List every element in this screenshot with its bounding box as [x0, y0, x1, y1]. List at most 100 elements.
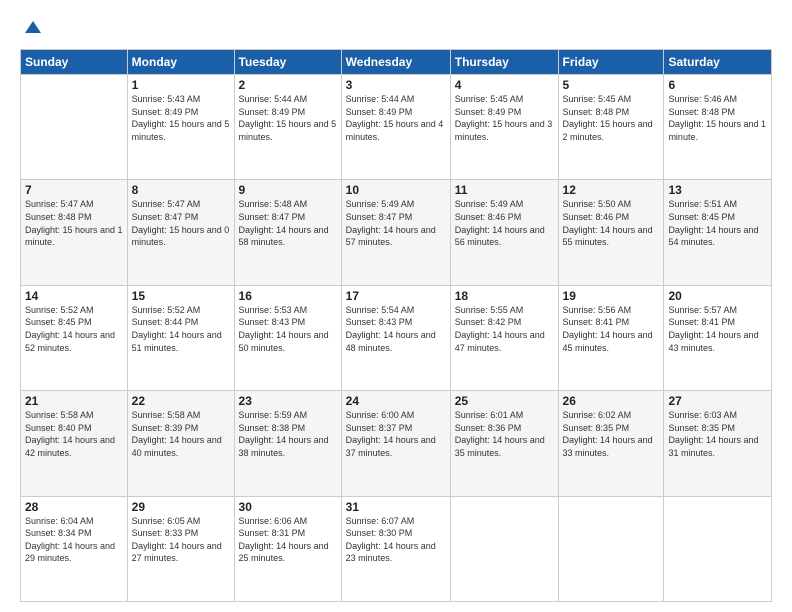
- calendar-week-5: 28Sunrise: 6:04 AMSunset: 8:34 PMDayligh…: [21, 496, 772, 601]
- calendar-cell: 6Sunrise: 5:46 AMSunset: 8:48 PMDaylight…: [664, 75, 772, 180]
- calendar-cell: [21, 75, 128, 180]
- calendar-cell: 1Sunrise: 5:43 AMSunset: 8:49 PMDaylight…: [127, 75, 234, 180]
- calendar-week-2: 7Sunrise: 5:47 AMSunset: 8:48 PMDaylight…: [21, 180, 772, 285]
- calendar-cell: 4Sunrise: 5:45 AMSunset: 8:49 PMDaylight…: [450, 75, 558, 180]
- day-info: Sunrise: 5:51 AMSunset: 8:45 PMDaylight:…: [668, 198, 767, 248]
- day-number: 21: [25, 394, 123, 408]
- calendar-cell: 15Sunrise: 5:52 AMSunset: 8:44 PMDayligh…: [127, 285, 234, 390]
- day-info: Sunrise: 5:58 AMSunset: 8:40 PMDaylight:…: [25, 409, 123, 459]
- day-info: Sunrise: 5:52 AMSunset: 8:44 PMDaylight:…: [132, 304, 230, 354]
- calendar-cell: 8Sunrise: 5:47 AMSunset: 8:47 PMDaylight…: [127, 180, 234, 285]
- logo: [20, 15, 46, 39]
- calendar-cell: 21Sunrise: 5:58 AMSunset: 8:40 PMDayligh…: [21, 391, 128, 496]
- day-number: 23: [239, 394, 337, 408]
- day-info: Sunrise: 6:02 AMSunset: 8:35 PMDaylight:…: [563, 409, 660, 459]
- day-number: 26: [563, 394, 660, 408]
- day-number: 24: [346, 394, 446, 408]
- calendar-week-4: 21Sunrise: 5:58 AMSunset: 8:40 PMDayligh…: [21, 391, 772, 496]
- calendar-cell: 9Sunrise: 5:48 AMSunset: 8:47 PMDaylight…: [234, 180, 341, 285]
- day-number: 11: [455, 183, 554, 197]
- logo-icon: [21, 15, 45, 39]
- weekday-header-sunday: Sunday: [21, 50, 128, 75]
- weekday-header-friday: Friday: [558, 50, 664, 75]
- day-number: 27: [668, 394, 767, 408]
- weekday-header-thursday: Thursday: [450, 50, 558, 75]
- calendar-cell: 29Sunrise: 6:05 AMSunset: 8:33 PMDayligh…: [127, 496, 234, 601]
- day-info: Sunrise: 5:49 AMSunset: 8:47 PMDaylight:…: [346, 198, 446, 248]
- calendar-cell: 11Sunrise: 5:49 AMSunset: 8:46 PMDayligh…: [450, 180, 558, 285]
- day-number: 31: [346, 500, 446, 514]
- day-info: Sunrise: 5:44 AMSunset: 8:49 PMDaylight:…: [239, 93, 337, 143]
- day-info: Sunrise: 5:59 AMSunset: 8:38 PMDaylight:…: [239, 409, 337, 459]
- day-number: 16: [239, 289, 337, 303]
- calendar-cell: 17Sunrise: 5:54 AMSunset: 8:43 PMDayligh…: [341, 285, 450, 390]
- calendar-cell: 26Sunrise: 6:02 AMSunset: 8:35 PMDayligh…: [558, 391, 664, 496]
- day-info: Sunrise: 5:45 AMSunset: 8:48 PMDaylight:…: [563, 93, 660, 143]
- day-number: 1: [132, 78, 230, 92]
- day-info: Sunrise: 6:00 AMSunset: 8:37 PMDaylight:…: [346, 409, 446, 459]
- calendar-cell: 18Sunrise: 5:55 AMSunset: 8:42 PMDayligh…: [450, 285, 558, 390]
- calendar-cell: 30Sunrise: 6:06 AMSunset: 8:31 PMDayligh…: [234, 496, 341, 601]
- calendar-cell: 7Sunrise: 5:47 AMSunset: 8:48 PMDaylight…: [21, 180, 128, 285]
- day-number: 10: [346, 183, 446, 197]
- day-number: 18: [455, 289, 554, 303]
- calendar-cell: 19Sunrise: 5:56 AMSunset: 8:41 PMDayligh…: [558, 285, 664, 390]
- day-info: Sunrise: 5:49 AMSunset: 8:46 PMDaylight:…: [455, 198, 554, 248]
- day-info: Sunrise: 6:06 AMSunset: 8:31 PMDaylight:…: [239, 515, 337, 565]
- day-number: 8: [132, 183, 230, 197]
- calendar-cell: 2Sunrise: 5:44 AMSunset: 8:49 PMDaylight…: [234, 75, 341, 180]
- day-number: 22: [132, 394, 230, 408]
- calendar-cell: 14Sunrise: 5:52 AMSunset: 8:45 PMDayligh…: [21, 285, 128, 390]
- day-info: Sunrise: 5:57 AMSunset: 8:41 PMDaylight:…: [668, 304, 767, 354]
- day-info: Sunrise: 5:50 AMSunset: 8:46 PMDaylight:…: [563, 198, 660, 248]
- day-number: 13: [668, 183, 767, 197]
- calendar-cell: 23Sunrise: 5:59 AMSunset: 8:38 PMDayligh…: [234, 391, 341, 496]
- day-number: 12: [563, 183, 660, 197]
- day-number: 15: [132, 289, 230, 303]
- day-info: Sunrise: 6:04 AMSunset: 8:34 PMDaylight:…: [25, 515, 123, 565]
- day-info: Sunrise: 6:05 AMSunset: 8:33 PMDaylight:…: [132, 515, 230, 565]
- calendar-cell: 31Sunrise: 6:07 AMSunset: 8:30 PMDayligh…: [341, 496, 450, 601]
- header: [20, 15, 772, 39]
- calendar-cell: 28Sunrise: 6:04 AMSunset: 8:34 PMDayligh…: [21, 496, 128, 601]
- day-number: 28: [25, 500, 123, 514]
- weekday-header-tuesday: Tuesday: [234, 50, 341, 75]
- weekday-header-saturday: Saturday: [664, 50, 772, 75]
- day-info: Sunrise: 5:53 AMSunset: 8:43 PMDaylight:…: [239, 304, 337, 354]
- day-info: Sunrise: 6:01 AMSunset: 8:36 PMDaylight:…: [455, 409, 554, 459]
- day-number: 19: [563, 289, 660, 303]
- calendar-page: SundayMondayTuesdayWednesdayThursdayFrid…: [0, 0, 792, 612]
- calendar-cell: 22Sunrise: 5:58 AMSunset: 8:39 PMDayligh…: [127, 391, 234, 496]
- day-number: 5: [563, 78, 660, 92]
- day-info: Sunrise: 5:44 AMSunset: 8:49 PMDaylight:…: [346, 93, 446, 143]
- weekday-header-wednesday: Wednesday: [341, 50, 450, 75]
- weekday-header-row: SundayMondayTuesdayWednesdayThursdayFrid…: [21, 50, 772, 75]
- weekday-header-monday: Monday: [127, 50, 234, 75]
- day-number: 14: [25, 289, 123, 303]
- day-info: Sunrise: 5:43 AMSunset: 8:49 PMDaylight:…: [132, 93, 230, 143]
- calendar-cell: 16Sunrise: 5:53 AMSunset: 8:43 PMDayligh…: [234, 285, 341, 390]
- calendar-cell: [450, 496, 558, 601]
- calendar-week-1: 1Sunrise: 5:43 AMSunset: 8:49 PMDaylight…: [21, 75, 772, 180]
- day-number: 17: [346, 289, 446, 303]
- day-number: 20: [668, 289, 767, 303]
- calendar-cell: 3Sunrise: 5:44 AMSunset: 8:49 PMDaylight…: [341, 75, 450, 180]
- day-info: Sunrise: 5:58 AMSunset: 8:39 PMDaylight:…: [132, 409, 230, 459]
- day-info: Sunrise: 5:48 AMSunset: 8:47 PMDaylight:…: [239, 198, 337, 248]
- day-info: Sunrise: 5:55 AMSunset: 8:42 PMDaylight:…: [455, 304, 554, 354]
- calendar-cell: 27Sunrise: 6:03 AMSunset: 8:35 PMDayligh…: [664, 391, 772, 496]
- calendar-cell: 12Sunrise: 5:50 AMSunset: 8:46 PMDayligh…: [558, 180, 664, 285]
- day-number: 2: [239, 78, 337, 92]
- day-number: 9: [239, 183, 337, 197]
- day-info: Sunrise: 5:52 AMSunset: 8:45 PMDaylight:…: [25, 304, 123, 354]
- calendar-cell: 13Sunrise: 5:51 AMSunset: 8:45 PMDayligh…: [664, 180, 772, 285]
- calendar-cell: 24Sunrise: 6:00 AMSunset: 8:37 PMDayligh…: [341, 391, 450, 496]
- day-info: Sunrise: 6:03 AMSunset: 8:35 PMDaylight:…: [668, 409, 767, 459]
- day-info: Sunrise: 5:46 AMSunset: 8:48 PMDaylight:…: [668, 93, 767, 143]
- day-number: 7: [25, 183, 123, 197]
- day-info: Sunrise: 5:47 AMSunset: 8:47 PMDaylight:…: [132, 198, 230, 248]
- day-info: Sunrise: 6:07 AMSunset: 8:30 PMDaylight:…: [346, 515, 446, 565]
- day-info: Sunrise: 5:54 AMSunset: 8:43 PMDaylight:…: [346, 304, 446, 354]
- day-number: 6: [668, 78, 767, 92]
- calendar-week-3: 14Sunrise: 5:52 AMSunset: 8:45 PMDayligh…: [21, 285, 772, 390]
